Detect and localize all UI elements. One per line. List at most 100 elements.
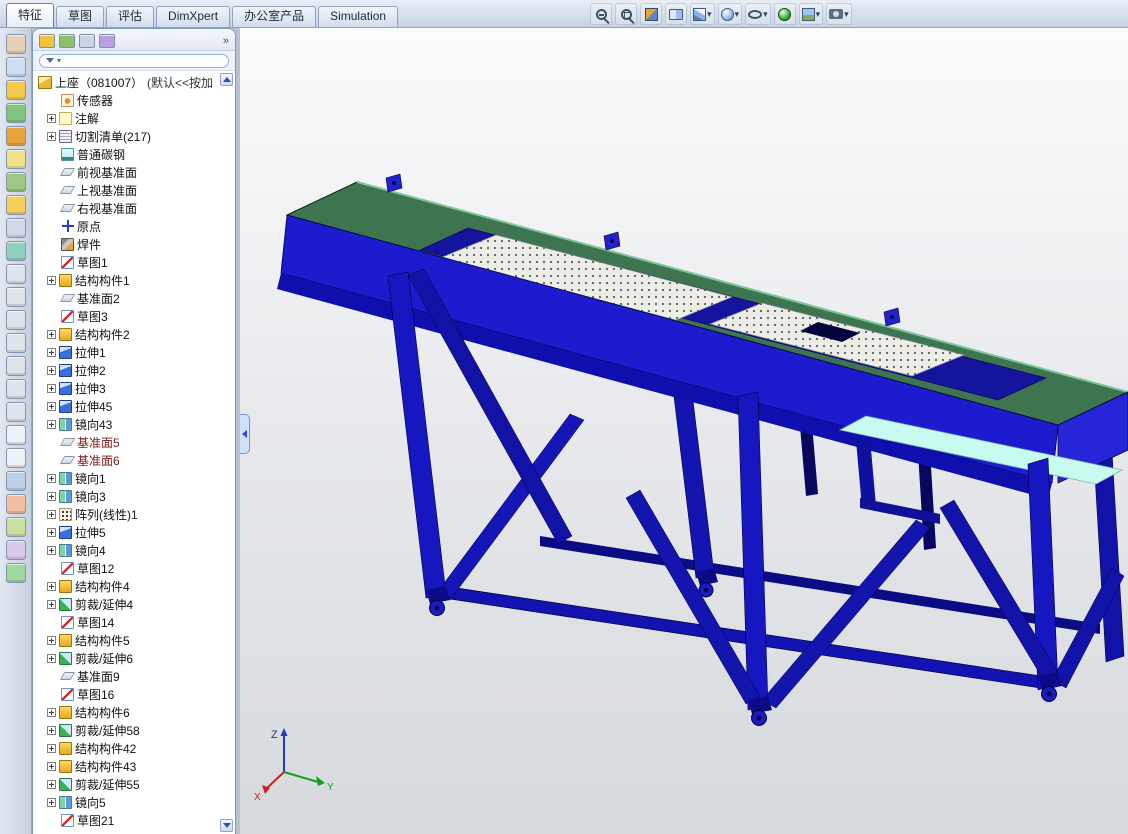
zoom-in-button[interactable] [590, 3, 612, 25]
expand-toggle[interactable] [47, 761, 56, 771]
front-view-button[interactable] [5, 264, 26, 284]
tree-item-label[interactable]: 结构构件2 [75, 326, 130, 343]
tree-item[interactable]: 镜向43 [33, 415, 235, 433]
tree-item-label[interactable]: 拉伸2 [75, 362, 106, 379]
shaded-with-edges-button[interactable] [5, 471, 26, 491]
expand-toggle[interactable] [47, 419, 56, 429]
display-style-button[interactable]: ▾ [717, 3, 743, 25]
sketch-button[interactable] [5, 34, 26, 54]
bottom-view-button[interactable] [5, 379, 26, 399]
tree-item[interactable]: 右视基准面 [33, 199, 235, 217]
tree-item-label[interactable]: 草图1 [77, 254, 108, 271]
expand-toggle[interactable] [47, 509, 56, 519]
tree-item[interactable]: 剪裁/延伸58 [33, 721, 235, 739]
tree-item[interactable]: 切割清单(217) [33, 127, 235, 145]
tree-item[interactable]: 注解 [33, 109, 235, 127]
tree-item-label[interactable]: 原点 [77, 218, 101, 235]
tree-item-label[interactable]: 拉伸3 [75, 380, 106, 397]
tree-item[interactable]: 基准面5 [33, 433, 235, 451]
expand-toggle[interactable] [47, 113, 56, 123]
panel-splitter-handle[interactable] [240, 414, 250, 454]
tree-item-label[interactable]: 草图14 [77, 614, 114, 631]
tree-item[interactable]: 结构构件4 [33, 577, 235, 595]
tree-item-label[interactable]: 传感器 [77, 92, 113, 109]
expand-toggle[interactable] [47, 581, 56, 591]
tree-item-label[interactable]: 镜向1 [75, 470, 106, 487]
expand-toggle[interactable] [47, 329, 56, 339]
tree-item-label[interactable]: 拉伸1 [75, 344, 106, 361]
tree-root-item[interactable]: 上座（081007） (默认<<按加 [33, 73, 235, 91]
extrude-cut-button[interactable] [5, 103, 26, 123]
tree-item-label[interactable]: 右视基准面 [77, 200, 137, 217]
tree-item[interactable]: 拉伸45 [33, 397, 235, 415]
tree-item-label[interactable]: 结构构件43 [75, 758, 136, 775]
tree-item[interactable]: 阵列(线性)1 [33, 505, 235, 523]
tree-item-label[interactable]: 切割清单(217) [75, 128, 151, 145]
section-display-button[interactable] [5, 494, 26, 514]
tree-item[interactable]: 镜向3 [33, 487, 235, 505]
tree-item[interactable]: 草图16 [33, 685, 235, 703]
tree-item[interactable]: 草图14 [33, 613, 235, 631]
appearance-button[interactable] [5, 563, 26, 583]
zoom-to-area-button[interactable] [615, 3, 637, 25]
expand-toggle[interactable] [47, 365, 56, 375]
tree-item[interactable]: 剪裁/延伸6 [33, 649, 235, 667]
tree-item[interactable]: 拉伸1 [33, 343, 235, 361]
tab-office-products[interactable]: 办公室产品 [232, 6, 317, 27]
expand-toggle[interactable] [47, 779, 56, 789]
model-3d[interactable]: Z X Y [240, 28, 1128, 834]
tree-item-label[interactable]: 结构构件6 [75, 704, 130, 721]
tree-item[interactable]: 焊件 [33, 235, 235, 253]
tree-item-label[interactable]: 结构构件5 [75, 632, 130, 649]
apply-scene-button[interactable]: ▾ [798, 3, 824, 25]
expand-toggle[interactable] [47, 131, 56, 141]
camera-views-button[interactable]: ▾ [826, 3, 852, 25]
tab-simulation[interactable]: Simulation [318, 6, 399, 27]
tree-item-label[interactable]: 基准面5 [77, 434, 120, 451]
tree-item[interactable]: 结构构件6 [33, 703, 235, 721]
propertymanager-tab-icon[interactable] [59, 33, 75, 48]
expand-toggle[interactable] [47, 347, 56, 357]
tab-dimxpert[interactable]: DimXpert [156, 6, 231, 27]
tree-item-label[interactable]: 剪裁/延伸4 [75, 596, 133, 613]
tree-item-label[interactable]: 剪裁/延伸58 [75, 722, 140, 739]
tree-item[interactable]: 草图1 [33, 253, 235, 271]
dropdown-arrow-icon[interactable]: ▾ [844, 9, 849, 20]
linear-pattern-button[interactable] [5, 172, 26, 192]
tree-item[interactable]: 基准面6 [33, 451, 235, 469]
tree-item[interactable]: 结构构件5 [33, 631, 235, 649]
tree-item-label[interactable]: 草图16 [77, 686, 114, 703]
tree-scroll-up-button[interactable] [220, 73, 233, 86]
expand-toggle[interactable] [47, 743, 56, 753]
tree-item[interactable]: 基准面2 [33, 289, 235, 307]
tree-item-label[interactable]: 焊件 [77, 236, 101, 253]
tree-item[interactable]: 传感器 [33, 91, 235, 109]
isometric-view-button[interactable] [5, 402, 26, 422]
tree-item-label[interactable]: 基准面9 [77, 668, 120, 685]
expand-toggle[interactable] [47, 383, 56, 393]
expand-toggle[interactable] [47, 707, 56, 717]
tree-item-label[interactable]: 结构构件1 [75, 272, 130, 289]
tree-item-label[interactable]: 拉伸5 [75, 524, 106, 541]
tree-item-label[interactable]: 基准面6 [77, 452, 120, 469]
tree-item-label[interactable]: 镜向3 [75, 488, 106, 505]
dropdown-arrow-icon[interactable]: ▾ [707, 9, 712, 20]
dropdown-arrow-icon[interactable]: ▾ [816, 9, 821, 20]
wireframe-button[interactable] [5, 425, 26, 445]
tree-item-label[interactable]: 剪裁/延伸6 [75, 650, 133, 667]
configurationmanager-tab-icon[interactable] [79, 33, 95, 48]
expand-toggle[interactable] [47, 635, 56, 645]
tree-item-label[interactable]: 镜向43 [75, 416, 112, 433]
revolve-button[interactable] [5, 126, 26, 146]
tree-item[interactable]: 结构构件2 [33, 325, 235, 343]
view-settings-button[interactable] [665, 3, 687, 25]
filter-field[interactable]: ▾ [39, 53, 229, 68]
back-view-button[interactable] [5, 287, 26, 307]
tree-item[interactable]: 结构构件43 [33, 757, 235, 775]
tree-scroll-down-button[interactable] [220, 819, 233, 832]
tree-item-label[interactable]: 草图21 [77, 812, 114, 829]
tree-item[interactable]: 剪裁/延伸4 [33, 595, 235, 613]
mass-properties-button[interactable] [5, 540, 26, 560]
tree-item-label[interactable]: 草图12 [77, 560, 114, 577]
tree-root-label[interactable]: 上座（081007） [55, 74, 143, 91]
